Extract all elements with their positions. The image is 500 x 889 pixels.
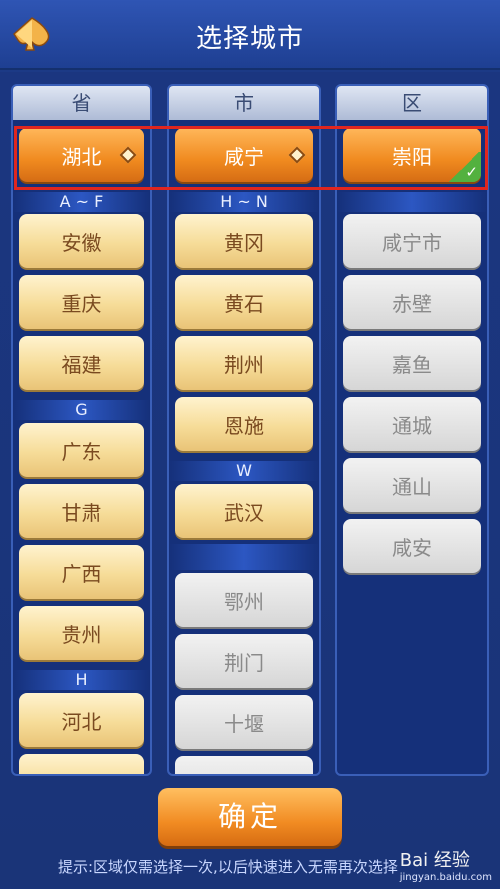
district-item-tongcheng[interactable]: 通城 [343,397,481,451]
section-label-w: W [169,461,319,481]
province-item-guizhou[interactable]: 贵州 [19,606,144,660]
selected-district-label: 崇阳 [392,144,432,169]
section-label-a-f: A ~ F [13,192,150,212]
city-column-header: 市 [169,86,319,120]
selected-district-button[interactable]: 崇阳 ✓ [343,128,481,182]
city-item-ezhou[interactable]: 鄂州 [175,573,313,627]
city-item-jingzhou[interactable]: 荆州 [175,336,313,390]
dropdown-diamond-icon [288,146,306,164]
city-item-huanggang[interactable]: 黄冈 [175,214,313,268]
district-item-jiayu[interactable]: 嘉鱼 [343,336,481,390]
province-item-gansu[interactable]: 甘肃 [19,484,144,538]
city-item-wuhan[interactable]: 武汉 [175,484,313,538]
province-item-anhui[interactable]: 安徽 [19,214,144,268]
selected-city-button[interactable]: 咸宁 [175,128,313,182]
city-item-enshi[interactable]: 恩施 [175,397,313,451]
district-item-chibi[interactable]: 赤壁 [343,275,481,329]
page-title: 选择城市 [195,24,304,54]
section-divider [169,544,319,570]
section-label-g: G [13,400,150,420]
city-column: 市 咸宁 H ~ N 黄冈 黄石 荆州 恩施 W 武汉 鄂州 荆门 十堰 [167,84,321,776]
checkmark-icon: ✓ [447,152,481,182]
city-item-jingmen[interactable]: 荆门 [175,634,313,688]
province-item-partial[interactable] [19,754,144,774]
city-item-partial[interactable] [175,756,313,774]
province-column: 省 湖北 A ~ F 安徽 重庆 福建 G 广东 甘肃 广西 贵州 H 河北 [11,84,152,776]
dropdown-diamond-icon [119,146,137,164]
section-label-h: H [13,670,150,690]
district-column: 区 崇阳 ✓ 咸宁市 赤壁 嘉鱼 通城 通山 咸安 [335,84,489,776]
selected-province-button[interactable]: 湖北 [19,128,144,182]
header-bar: 选择城市 [0,0,500,70]
city-item-huangshi[interactable]: 黄石 [175,275,313,329]
watermark-logo: Bai 经验 jingyan.baidu.com [399,850,492,883]
section-divider [337,192,487,212]
province-item-hebei[interactable]: 河北 [19,693,144,747]
confirm-button[interactable]: 确定 [158,788,342,846]
district-item-tongshan[interactable]: 通山 [343,458,481,512]
section-label-h-n: H ~ N [169,192,319,212]
province-item-chongqing[interactable]: 重庆 [19,275,144,329]
province-item-guangxi[interactable]: 广西 [19,545,144,599]
province-column-header: 省 [13,86,150,120]
selected-province-label: 湖北 [61,144,102,169]
province-item-fujian[interactable]: 福建 [19,336,144,390]
district-column-header: 区 [337,86,487,120]
city-item-shiyan[interactable]: 十堰 [175,695,313,749]
selected-city-label: 咸宁 [224,144,264,169]
district-item-xianan[interactable]: 咸安 [343,519,481,573]
district-item-xianningshi[interactable]: 咸宁市 [343,214,481,268]
province-item-guangdong[interactable]: 广东 [19,423,144,477]
